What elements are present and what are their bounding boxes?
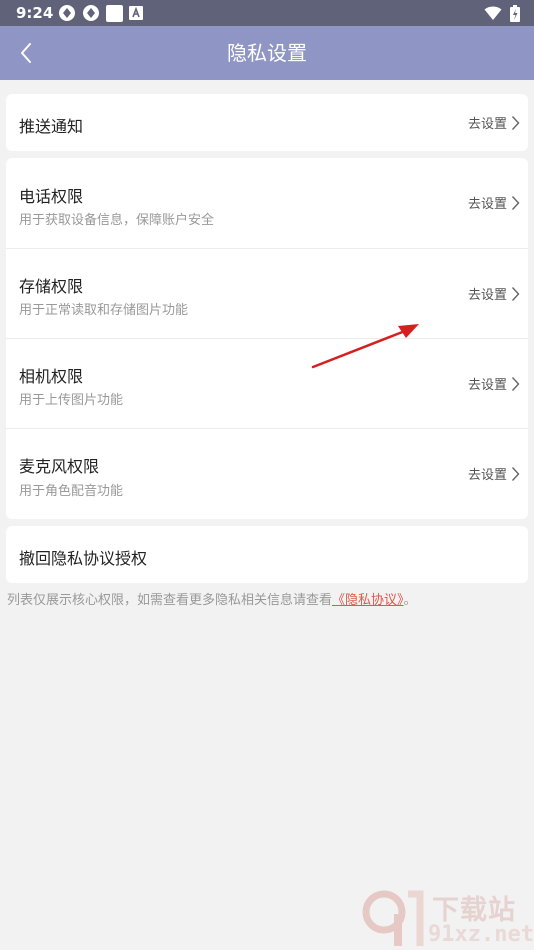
status-bar: 9:24	[0, 0, 534, 26]
footer-note-text: 列表仅展示核心权限，如需查看更多隐私相关信息请查看	[7, 593, 333, 608]
permissions-card: 电话权限 用于获取设备信息，保障账户安全 去设置 存储权限 用于正常读取和存储图…	[6, 158, 528, 519]
row-action[interactable]: 去设置	[468, 374, 520, 393]
row-title: 电话权限	[19, 187, 84, 206]
row-title: 相机权限	[19, 367, 84, 386]
a-box-icon	[129, 6, 143, 20]
row-subtitle: 用于角色配音功能	[19, 484, 124, 499]
row-subtitle: 用于正常读取和存储图片功能	[19, 303, 189, 318]
chevron-left-icon	[21, 43, 31, 63]
row-action[interactable]: 去设置	[468, 464, 520, 483]
annotation-arrow-icon	[311, 324, 419, 369]
row-action-label: 去设置	[467, 468, 507, 483]
revoke-card: 撤回隐私协议授权	[6, 526, 528, 583]
notification-card: 推送通知 去设置	[6, 94, 528, 151]
chevron-right-icon	[511, 466, 520, 481]
push-notification-row[interactable]: 推送通知 去设置	[6, 94, 528, 151]
watermark-text-bottom: 91xz.net	[428, 922, 534, 947]
status-time: 9:24	[16, 4, 54, 22]
row-title: 存储权限	[19, 277, 84, 296]
permission-row-storage[interactable]: 存储权限 用于正常读取和存储图片功能 去设置	[6, 248, 528, 338]
chevron-right-icon	[511, 286, 520, 301]
row-subtitle: 用于上传图片功能	[19, 393, 124, 408]
row-title: 撤回隐私协议授权	[19, 549, 148, 568]
row-action[interactable]: 去设置	[468, 113, 520, 132]
watermark: 下载站 91xz.net	[362, 888, 534, 948]
row-action-label: 去设置	[467, 117, 507, 132]
chevron-right-icon	[511, 115, 520, 130]
privacy-agreement-link[interactable]: 《隐私协议》	[332, 593, 404, 608]
battery-icon	[510, 4, 520, 22]
app-header: 隐私设置	[0, 26, 534, 80]
sync-icon	[83, 5, 99, 21]
chevron-right-icon	[511, 195, 520, 210]
row-action[interactable]: 去设置	[468, 193, 520, 212]
page-title: 隐私设置	[227, 41, 307, 65]
chevron-right-icon	[511, 376, 520, 391]
row-subtitle: 用于获取设备信息，保障账户安全	[19, 213, 215, 228]
square-icon	[106, 4, 123, 22]
row-title: 推送通知	[19, 117, 84, 136]
watermark-logo-icon	[362, 890, 424, 946]
row-action-label: 去设置	[467, 197, 507, 212]
row-title: 麦克风权限	[19, 457, 100, 476]
row-action-label: 去设置	[467, 378, 507, 393]
revoke-privacy-row[interactable]: 撤回隐私协议授权	[6, 526, 528, 583]
wifi-icon	[484, 6, 502, 20]
system-icons	[484, 4, 520, 22]
row-action[interactable]: 去设置	[468, 284, 520, 303]
sync-icon	[59, 5, 75, 21]
permission-row-microphone[interactable]: 麦克风权限 用于角色配音功能 去设置	[6, 428, 528, 519]
permission-row-phone[interactable]: 电话权限 用于获取设备信息，保障账户安全 去设置	[6, 158, 528, 248]
row-action-label: 去设置	[467, 288, 507, 303]
permission-row-camera[interactable]: 相机权限 用于上传图片功能 去设置	[6, 338, 528, 428]
back-button[interactable]	[8, 34, 44, 72]
notification-icons	[58, 4, 143, 22]
footer-note-end: 。	[403, 593, 417, 608]
footer-note: 列表仅展示核心权限，如需查看更多隐私相关信息请查看《隐私协议》。	[7, 591, 417, 611]
